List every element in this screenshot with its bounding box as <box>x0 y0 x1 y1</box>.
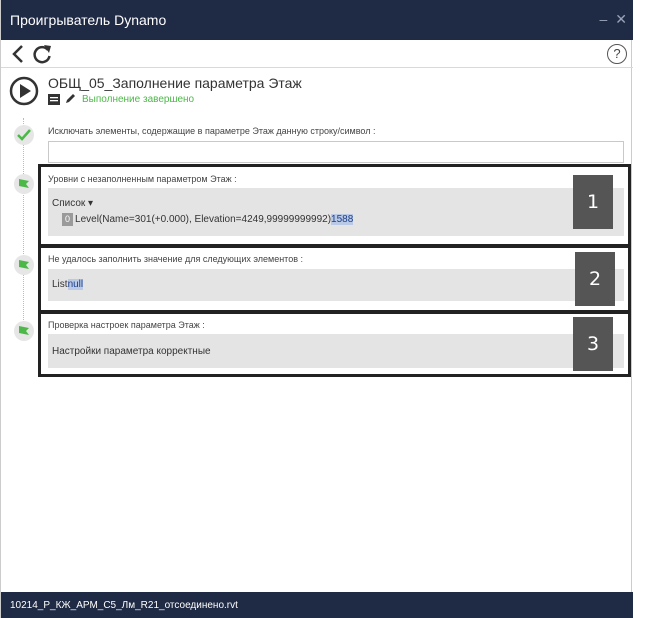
refresh-icon[interactable] <box>31 43 53 65</box>
window-controls: – ✕ <box>599 10 627 28</box>
input-label: Исключать элементы, содержащие в парамет… <box>48 126 376 136</box>
edit-pencil-icon[interactable] <box>64 93 76 105</box>
output-node-icon <box>14 255 34 275</box>
script-name: ОБЩ_05_Заполнение параметра Этаж <box>48 75 302 91</box>
close-button[interactable]: ✕ <box>615 10 627 28</box>
flag-icon <box>19 179 29 188</box>
checkmark-icon <box>17 129 31 141</box>
input-node-icon <box>14 125 34 145</box>
annotation-badge-3: 3 <box>573 317 613 371</box>
exclude-string-input[interactable] <box>48 141 624 163</box>
chevron-left-icon[interactable] <box>9 43 27 65</box>
flag-icon <box>19 260 29 269</box>
status-bar: 10214_Р_КЖ_АРМ_С5_Лм_R21_отсоединено.rvt <box>1 592 633 618</box>
window-title: Проигрыватель Dynamo <box>10 12 167 28</box>
annotation-box-3 <box>38 311 631 377</box>
play-icon[interactable] <box>9 76 39 106</box>
output-node-icon <box>14 174 34 194</box>
title-bar: Проигрыватель Dynamo – ✕ <box>1 0 633 40</box>
properties-icon[interactable] <box>48 93 60 105</box>
annotation-box-2 <box>38 245 631 313</box>
minimize-button[interactable]: – <box>599 10 607 28</box>
script-status-row: Выполнение завершено <box>48 93 194 105</box>
flag-icon <box>19 326 29 335</box>
annotation-badge-2: 2 <box>575 252 615 306</box>
annotation-badge-1: 1 <box>573 175 613 229</box>
output-node-icon <box>14 321 34 341</box>
toolbar: ? <box>1 40 633 68</box>
help-button[interactable]: ? <box>607 44 627 64</box>
document-name: 10214_Р_КЖ_АРМ_С5_Лм_R21_отсоединено.rvt <box>10 599 238 611</box>
script-header: ОБЩ_05_Заполнение параметра Этаж Выполне… <box>1 70 633 110</box>
timeline-connector <box>23 118 24 338</box>
run-status: Выполнение завершено <box>82 93 195 105</box>
annotation-box-1 <box>38 164 631 247</box>
